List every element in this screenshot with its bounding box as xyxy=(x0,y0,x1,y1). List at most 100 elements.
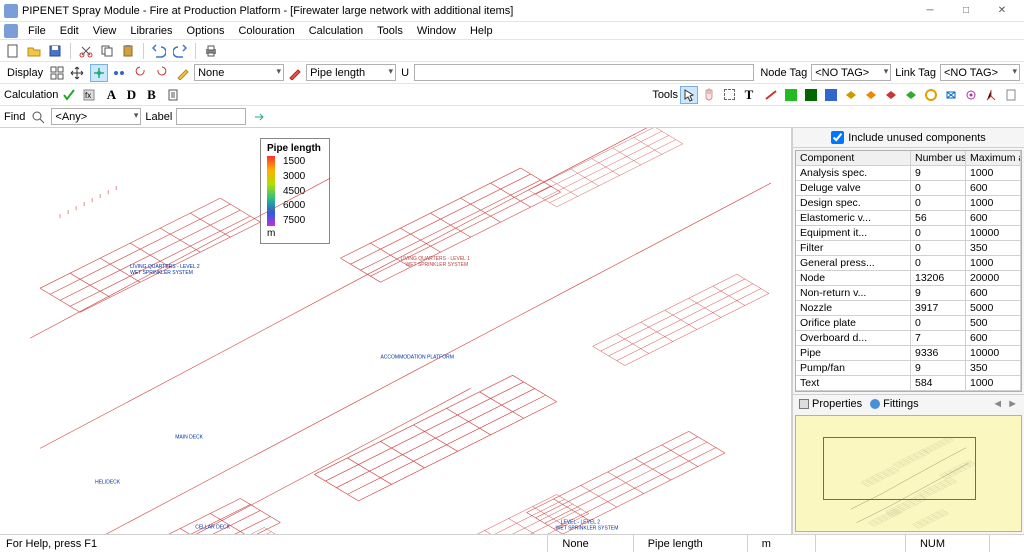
spec-icon[interactable] xyxy=(1002,86,1020,104)
status-help: For Help, press F1 xyxy=(6,538,97,550)
letter-b-button[interactable]: B xyxy=(142,86,160,104)
menu-app-icon xyxy=(4,24,18,38)
menu-options[interactable]: Options xyxy=(181,24,231,38)
letter-a-button[interactable]: A xyxy=(102,86,120,104)
select-rect-icon[interactable] xyxy=(720,86,738,104)
colouration-pen-icon[interactable] xyxy=(286,64,304,82)
tab-next-icon[interactable]: ► xyxy=(1007,398,1018,410)
col-number-used[interactable]: Number used xyxy=(911,151,966,166)
save-icon[interactable] xyxy=(46,42,64,60)
display-combo-1[interactable]: None xyxy=(194,64,284,81)
tab-properties[interactable]: Properties xyxy=(799,398,862,410)
valve4-icon[interactable] xyxy=(902,86,920,104)
minimize-button[interactable]: ─ xyxy=(912,1,948,21)
table-row[interactable]: Node1320620000 xyxy=(796,271,1021,286)
menubar: File Edit View Libraries Options Coloura… xyxy=(0,22,1024,40)
find-type-combo[interactable]: <Any> xyxy=(51,108,141,125)
link-tag-combo[interactable]: <NO TAG> xyxy=(940,64,1020,81)
close-button[interactable]: ✕ xyxy=(984,1,1020,21)
col-component[interactable]: Component xyxy=(796,151,911,166)
find-label-input[interactable] xyxy=(176,108,246,125)
report-icon[interactable] xyxy=(164,86,182,104)
grid-icon[interactable] xyxy=(48,64,66,82)
check-icon[interactable] xyxy=(60,86,78,104)
valve3-icon[interactable] xyxy=(882,86,900,104)
colouration-edit-icon[interactable] xyxy=(174,64,192,82)
nozzle-icon[interactable] xyxy=(982,86,1000,104)
redo-icon[interactable] xyxy=(171,42,189,60)
table-header-row[interactable]: Component Number used Maximum all... xyxy=(796,151,1021,166)
table-row[interactable]: Text5841000 xyxy=(796,376,1021,391)
table-row[interactable]: Deluge valve0600 xyxy=(796,181,1021,196)
table-row[interactable]: Equipment it...010000 xyxy=(796,226,1021,241)
table-row[interactable]: Overboard d...7600 xyxy=(796,331,1021,346)
cell-component: Equipment it... xyxy=(796,226,911,241)
copy-icon[interactable] xyxy=(98,42,116,60)
components-table[interactable]: Component Number used Maximum all... Ana… xyxy=(795,150,1022,392)
menu-view[interactable]: View xyxy=(87,24,123,38)
table-row[interactable]: Orifice plate0500 xyxy=(796,316,1021,331)
minimap[interactable] xyxy=(795,415,1022,532)
node-green-icon[interactable] xyxy=(782,86,800,104)
undo-small-icon[interactable] xyxy=(132,64,150,82)
table-row[interactable]: Pipe933610000 xyxy=(796,346,1021,361)
menu-calculation[interactable]: Calculation xyxy=(303,24,369,38)
node-blue-icon[interactable] xyxy=(822,86,840,104)
print-icon[interactable] xyxy=(202,42,220,60)
valve2-icon[interactable] xyxy=(862,86,880,104)
menu-colouration[interactable]: Colouration xyxy=(232,24,300,38)
statusbar: For Help, press F1 None Pipe length m NU… xyxy=(0,534,1024,552)
valve1-icon[interactable] xyxy=(842,86,860,104)
schematic-canvas[interactable]: Pipe length 1500 3000 4500 6000 7500 m xyxy=(0,128,792,534)
run-calc-icon[interactable]: fx xyxy=(80,86,98,104)
find-go-icon[interactable] xyxy=(250,108,268,126)
menu-libraries[interactable]: Libraries xyxy=(124,24,178,38)
pipe-tool-icon[interactable] xyxy=(762,86,780,104)
table-row[interactable]: Pump/fan9350 xyxy=(796,361,1021,376)
col-max-allowed[interactable]: Maximum all... xyxy=(966,151,1021,166)
display-combo-2[interactable]: Pipe length xyxy=(306,64,396,81)
redo-small-icon[interactable] xyxy=(152,64,170,82)
table-row[interactable]: Design spec.01000 xyxy=(796,196,1021,211)
node-tag-combo[interactable]: <NO TAG> xyxy=(811,64,891,81)
tab-prev-icon[interactable]: ◄ xyxy=(992,398,1003,410)
find-label: Find xyxy=(4,111,25,123)
table-row[interactable]: Nozzle39175000 xyxy=(796,301,1021,316)
table-row[interactable]: General press...01000 xyxy=(796,256,1021,271)
node-darkgreen-icon[interactable] xyxy=(802,86,820,104)
text-tool-icon[interactable]: T xyxy=(740,86,758,104)
include-unused-checkbox[interactable] xyxy=(831,131,844,144)
maximize-button[interactable]: □ xyxy=(948,1,984,21)
menu-window[interactable]: Window xyxy=(411,24,462,38)
find-search-icon[interactable] xyxy=(29,108,47,126)
show-nodes-icon[interactable] xyxy=(110,64,128,82)
new-icon[interactable] xyxy=(4,42,22,60)
display-toolbar: Display None Pipe length U Node Tag <NO … xyxy=(0,62,1024,84)
orifice-icon[interactable] xyxy=(962,86,980,104)
table-row[interactable]: Non-return v...9600 xyxy=(796,286,1021,301)
paste-icon[interactable] xyxy=(119,42,137,60)
table-row[interactable]: Filter0350 xyxy=(796,241,1021,256)
menu-tools[interactable]: Tools xyxy=(371,24,409,38)
include-unused-row[interactable]: Include unused components xyxy=(793,128,1024,148)
u-input[interactable] xyxy=(414,64,754,81)
move-icon[interactable] xyxy=(68,64,86,82)
u-label: U xyxy=(398,67,412,79)
hand-icon[interactable] xyxy=(700,86,718,104)
menu-edit[interactable]: Edit xyxy=(54,24,85,38)
undo-icon[interactable] xyxy=(150,42,168,60)
open-icon[interactable] xyxy=(25,42,43,60)
cell-component: Overboard d... xyxy=(796,331,911,346)
pump-icon[interactable] xyxy=(922,86,940,104)
menu-help[interactable]: Help xyxy=(464,24,499,38)
minimap-viewport[interactable] xyxy=(823,437,976,500)
table-row[interactable]: Elastomeric v...56600 xyxy=(796,211,1021,226)
letter-d-button[interactable]: D xyxy=(122,86,140,104)
cut-icon[interactable] xyxy=(77,42,95,60)
table-row[interactable]: Analysis spec.91000 xyxy=(796,166,1021,181)
pointer-icon[interactable] xyxy=(680,86,698,104)
tab-fittings[interactable]: Fittings xyxy=(870,398,918,410)
filter-tool-icon[interactable] xyxy=(942,86,960,104)
snap-icon[interactable] xyxy=(90,64,108,82)
menu-file[interactable]: File xyxy=(22,24,52,38)
